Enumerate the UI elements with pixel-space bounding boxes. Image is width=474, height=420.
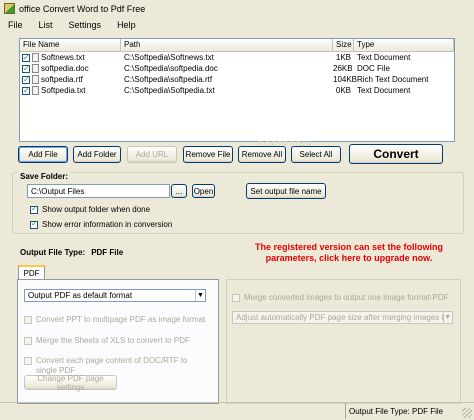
merge-images-checkbox[interactable]: [232, 293, 240, 302]
file-row[interactable]: Softnews.txt C:\Softpedia\Softnews.txt 1…: [20, 52, 454, 63]
file-list-header: File Name Path Size Type: [20, 39, 454, 52]
output-file-type-value: PDF File: [91, 248, 124, 257]
file-path: C:\Softpedia\softpedia.rtf: [124, 75, 213, 84]
file-type: Text Document: [357, 86, 411, 95]
adjust-page-size-select[interactable]: Adjust automatically PDF page size after…: [232, 311, 453, 324]
show-errors-option[interactable]: Show error information in conversion: [30, 219, 173, 229]
remove-all-button[interactable]: Remove All: [238, 146, 286, 163]
output-file-type-label: Output File Type:: [20, 248, 86, 257]
convert-doc-checkbox[interactable]: [24, 357, 32, 365]
merge-images-label: Merge converted images to output one ima…: [244, 293, 449, 302]
file-type: Text Document: [357, 53, 411, 62]
upgrade-link[interactable]: The registered version can set the follo…: [244, 242, 454, 264]
file-size: 26KB: [333, 64, 353, 73]
convert-ppt-label: Convert PPT to multipage PDF as image fo…: [36, 315, 206, 324]
file-type: Rich Text Document: [357, 75, 429, 84]
output-file-type: Output File Type: PDF File: [20, 248, 123, 257]
menu-settings[interactable]: Settings: [67, 19, 104, 31]
convert-button[interactable]: Convert: [349, 144, 443, 164]
convert-ppt-option[interactable]: Convert PPT to multipage PDF as image fo…: [24, 315, 205, 324]
show-output-folder-label: Show output folder when done: [42, 205, 151, 214]
menu-bar: File List Settings Help: [0, 17, 474, 33]
change-pdf-page-settings-button[interactable]: Change PDF page settings: [24, 374, 117, 392]
document-icon: [32, 75, 39, 84]
convert-ppt-checkbox[interactable]: [24, 315, 32, 324]
merge-xls-label: Merge the Sheets of XLS to convert to PD…: [36, 336, 190, 345]
show-errors-label: Show error information in conversion: [42, 220, 173, 229]
file-row[interactable]: Softpedia.txt C:\Softpedia\Softpedia.txt…: [20, 85, 454, 96]
resize-grip-icon[interactable]: [462, 408, 472, 418]
add-url-button[interactable]: Add URL: [127, 146, 177, 163]
remove-file-button[interactable]: Remove File: [183, 146, 233, 163]
set-output-file-name-button[interactable]: Set output file name: [246, 183, 326, 199]
column-header-size[interactable]: Size: [333, 39, 354, 51]
select-all-button[interactable]: Select All: [291, 146, 341, 163]
file-name: softpedia.rtf: [41, 75, 83, 84]
column-header-path[interactable]: Path: [121, 39, 333, 51]
pdf-output-mode-select[interactable]: Output PDF as default format ▼: [24, 289, 206, 302]
tab-pdf[interactable]: PDF: [18, 265, 45, 280]
status-output-type: Output File Type: PDF File: [345, 403, 473, 419]
document-icon: [32, 53, 39, 62]
app-icon: [4, 3, 15, 14]
menu-list[interactable]: List: [37, 19, 55, 31]
file-size: 104KB: [333, 75, 358, 84]
document-icon: [32, 64, 39, 73]
file-row-checkbox[interactable]: [22, 85, 30, 96]
show-errors-checkbox[interactable]: [30, 219, 38, 229]
add-folder-button[interactable]: Add Folder: [73, 146, 121, 163]
merge-images-option[interactable]: Merge converted images to output one ima…: [232, 293, 449, 302]
column-header-file-name[interactable]: File Name: [20, 39, 121, 51]
file-path: C:\Softpedia\Softnews.txt: [124, 53, 214, 62]
file-name: Softpedia.txt: [41, 86, 86, 95]
file-row-checkbox[interactable]: [22, 63, 30, 74]
chevron-down-icon[interactable]: ▼: [442, 312, 452, 323]
file-row-checkbox[interactable]: [22, 74, 30, 85]
menu-file[interactable]: File: [6, 19, 25, 31]
pdf-output-mode-value: Output PDF as default format: [28, 291, 133, 300]
file-size: 0KB: [335, 86, 351, 95]
column-header-type[interactable]: Type: [354, 39, 454, 51]
merge-xls-checkbox[interactable]: [24, 336, 32, 345]
save-folder-path-input[interactable]: C:\Output Files: [27, 184, 170, 198]
file-type: DOC File: [357, 64, 390, 73]
show-output-folder-checkbox[interactable]: [30, 204, 38, 214]
open-folder-button[interactable]: Open: [192, 184, 215, 198]
adjust-page-size-value: Adjust automatically PDF page size after…: [236, 313, 443, 322]
file-size: 1KB: [335, 53, 351, 62]
show-output-folder-option[interactable]: Show output folder when done: [30, 204, 151, 214]
file-list[interactable]: File Name Path Size Type Softnews.txt C:…: [19, 38, 455, 142]
file-path: C:\Softpedia\softpedia.doc: [124, 64, 218, 73]
file-path: C:\Softpedia\Softpedia.txt: [124, 86, 215, 95]
add-file-button[interactable]: Add File: [18, 146, 68, 163]
title-bar: office Convert Word to Pdf Free: [0, 0, 474, 17]
file-name: softpedia.doc: [41, 64, 89, 73]
browse-folder-button[interactable]: ...: [171, 184, 187, 198]
chevron-down-icon[interactable]: ▼: [195, 290, 205, 301]
file-row[interactable]: softpedia.rtf C:\Softpedia\softpedia.rtf…: [20, 74, 454, 85]
document-icon: [32, 86, 39, 95]
window-title: office Convert Word to Pdf Free: [19, 3, 146, 14]
file-row[interactable]: softpedia.doc C:\Softpedia\softpedia.doc…: [20, 63, 454, 74]
file-row-checkbox[interactable]: [22, 52, 30, 63]
save-folder-label: Save Folder:: [18, 172, 71, 181]
file-name: Softnews.txt: [41, 53, 85, 62]
menu-help[interactable]: Help: [115, 19, 138, 31]
merge-xls-option[interactable]: Merge the Sheets of XLS to convert to PD…: [24, 336, 190, 345]
